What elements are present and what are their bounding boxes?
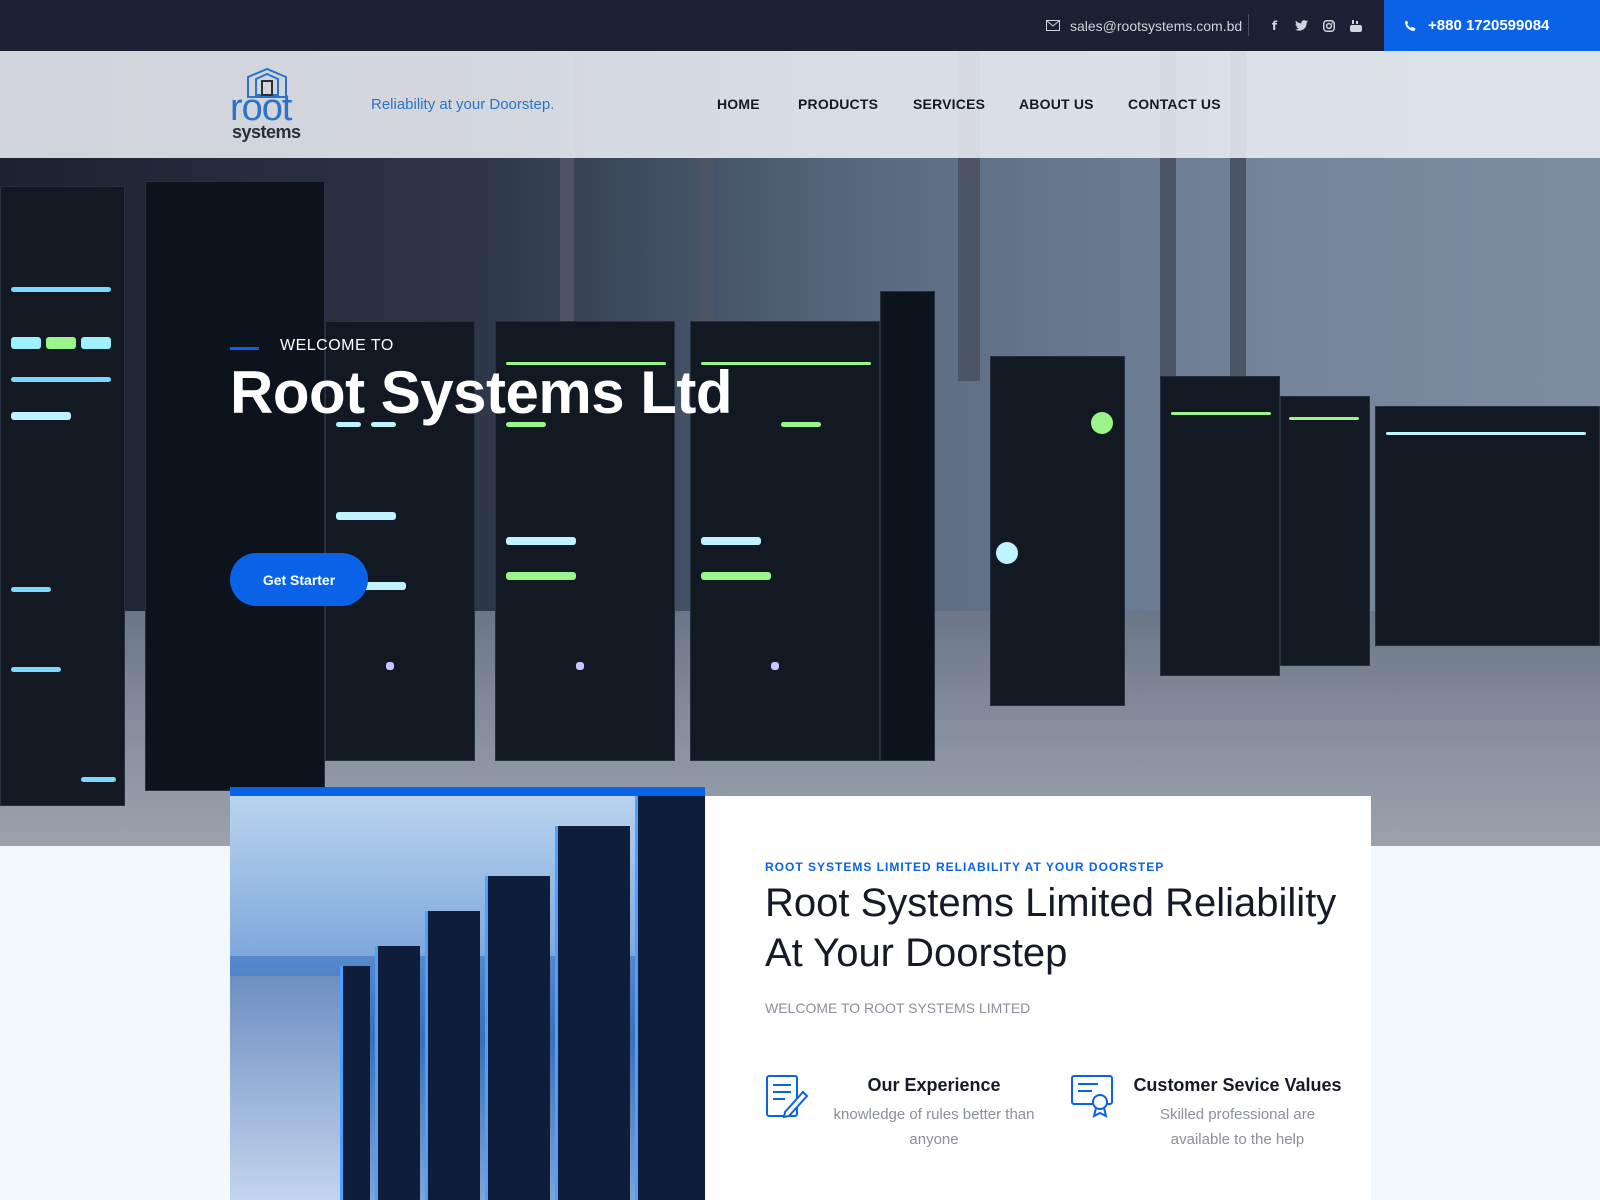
site-header: root systems Reliability at your Doorste…: [0, 51, 1600, 158]
certificate-icon: [1071, 1075, 1113, 1118]
about-image: [230, 787, 705, 1200]
about-title: Root Systems Limited Reliability At Your…: [765, 881, 1337, 975]
server-rack-door: [145, 181, 325, 791]
site-logo[interactable]: root systems: [230, 65, 314, 145]
about-image-rack: [340, 966, 370, 1200]
top-divider: [1248, 14, 1249, 36]
logo-text-systems: systems: [232, 122, 301, 142]
feature-experience-title: Our Experience: [867, 1075, 1001, 1095]
social-links: f: [1268, 0, 1362, 51]
server-rack: [0, 186, 125, 806]
server-rack: [1160, 376, 1280, 676]
about-image-rack: [425, 911, 480, 1200]
envelope-icon: [1046, 20, 1060, 31]
about-image-rack: [635, 796, 705, 1200]
hero-section: [0, 51, 1600, 846]
facebook-icon[interactable]: f: [1268, 19, 1281, 33]
site-tagline: Reliability at your Doorstep.: [371, 96, 555, 113]
about-image-rack: [485, 876, 550, 1200]
feature-experience-desc: knowledge of rules better than anyone: [833, 1106, 1035, 1148]
feature-service-title: Customer Sevice Values: [1133, 1075, 1342, 1095]
about-subtitle: WELCOME TO ROOT SYSTEMS LIMTED: [765, 1000, 1031, 1016]
about-kicker: ROOT SYSTEMS LIMITED RELIABILITY AT YOUR…: [765, 860, 1165, 874]
hero-title: Root Systems Ltd: [230, 359, 733, 426]
nav-about-us[interactable]: ABOUT US: [1019, 96, 1094, 112]
top-email-text: sales@rootsystems.com.bd: [1070, 17, 1243, 34]
welcome-accent-line: [230, 347, 259, 350]
top-phone-text: +880 1720599084: [1428, 17, 1550, 34]
nav-contact-us[interactable]: CONTACT US: [1128, 96, 1221, 112]
server-rack: [990, 356, 1125, 706]
top-bar: sales@rootsystems.com.bd f +880 17205990…: [0, 0, 1600, 51]
nav-services[interactable]: SERVICES: [913, 96, 985, 112]
twitter-icon[interactable]: [1295, 19, 1308, 32]
youtube-icon[interactable]: [1349, 19, 1362, 32]
feature-service-desc: Skilled professional are available to th…: [1159, 1106, 1316, 1148]
server-rack: [1375, 406, 1600, 646]
server-rack: [1280, 396, 1370, 666]
nav-products[interactable]: PRODUCTS: [798, 96, 878, 112]
server-rack-side: [880, 291, 935, 761]
about-image-rack: [555, 826, 630, 1200]
top-phone-link[interactable]: +880 1720599084: [1384, 0, 1600, 51]
hero-welcome-text: WELCOME TO: [280, 337, 394, 354]
phone-icon: [1405, 20, 1416, 31]
about-image-rack: [375, 946, 420, 1200]
document-edit-icon: [766, 1075, 809, 1119]
instagram-icon[interactable]: [1322, 19, 1335, 32]
nav-home[interactable]: HOME: [717, 96, 760, 112]
get-starter-button[interactable]: Get Starter: [230, 553, 368, 606]
top-email-link[interactable]: sales@rootsystems.com.bd: [1046, 0, 1242, 51]
about-image-corridor: [230, 976, 340, 1200]
